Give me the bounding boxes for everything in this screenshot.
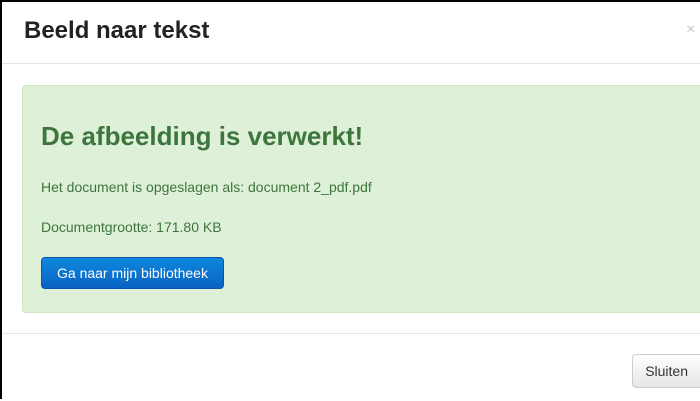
image-to-text-dialog: Beeld naar tekst × De afbeelding is verw…	[0, 0, 700, 399]
success-alert: De afbeelding is verwerkt! Het document …	[22, 85, 700, 313]
success-heading: De afbeelding is verwerkt!	[41, 121, 364, 151]
document-size-text: Documentgrootte: 171.80 KB	[41, 219, 222, 235]
close-button[interactable]: Sluiten	[632, 354, 700, 388]
dialog-footer: Sluiten	[2, 333, 700, 401]
go-to-library-button[interactable]: Ga naar mijn bibliotheek	[41, 257, 224, 289]
saved-as-text: Het document is opgeslagen als: document…	[41, 179, 372, 195]
dialog-header: Beeld naar tekst ×	[2, 2, 700, 64]
close-icon[interactable]: ×	[686, 22, 700, 38]
dialog-title: Beeld naar tekst	[24, 17, 210, 44]
